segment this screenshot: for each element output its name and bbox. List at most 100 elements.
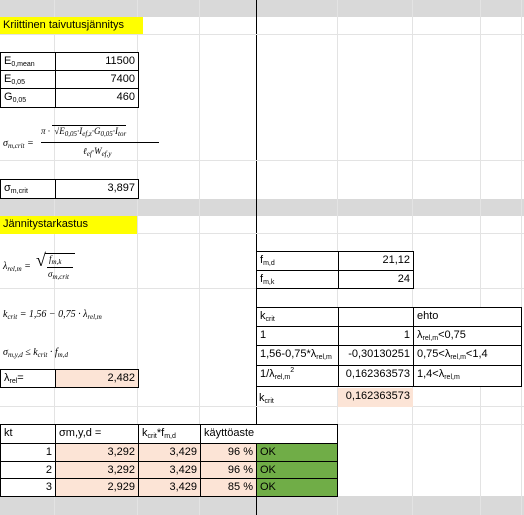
kcrit-expression: = 1,56 − 0,75 · λ: [19, 309, 88, 320]
subscript: 0,05: [12, 97, 27, 104]
check-header-utilization[interactable]: käyttöaste: [200, 424, 338, 444]
fmk-label[interactable]: fm,k: [256, 270, 339, 289]
check-kt-1[interactable]: 1: [0, 443, 56, 462]
subscript: m,crit: [10, 188, 28, 195]
check-status-1[interactable]: OK: [256, 443, 338, 462]
material-label-e005[interactable]: E0,05: [0, 70, 56, 89]
check-ratio-1[interactable]: 96 %: [200, 443, 257, 462]
check-sigma-2[interactable]: 3,292: [55, 461, 139, 479]
cond-tail: <1,4: [465, 348, 488, 360]
material-label-e0mean[interactable]: E0,mean: [0, 52, 56, 71]
pi-symbol: π: [41, 126, 46, 136]
subscript: ef,z: [82, 130, 92, 138]
row-band-middle: [0, 199, 524, 216]
row-band-bottom: [0, 496, 524, 515]
check-kf-2[interactable]: 3,429: [138, 461, 201, 479]
subscript: rel,m: [87, 313, 102, 321]
kcrit-result-label[interactable]: kcrit: [256, 390, 277, 407]
kcrit-title[interactable]: kcrit: [256, 307, 339, 327]
subscript: rel,m: [7, 265, 22, 273]
check-header-kcrit-fmd[interactable]: kcrit*fm,d: [138, 424, 201, 444]
subscript: m,k: [263, 279, 275, 286]
subscript: crit: [264, 398, 274, 405]
subscript: 0,05: [64, 130, 77, 138]
kcrit-expr-3[interactable]: 1/λrel,m2: [256, 365, 339, 387]
dot-f: · f: [49, 347, 58, 358]
check-header-kt[interactable]: kt: [0, 424, 56, 444]
subscript: crit: [37, 351, 48, 359]
subscript: m,y,d: [7, 351, 23, 359]
col-grid: [480, 0, 481, 515]
check-status-2[interactable]: OK: [256, 461, 338, 479]
kcrit-result-value[interactable]: 0,162363573: [338, 388, 413, 407]
subscript: tor: [118, 130, 127, 138]
fmd-value[interactable]: 21,12: [338, 251, 414, 271]
subscript: 0,05: [100, 130, 113, 138]
kcrit-value-1[interactable]: 1: [338, 326, 414, 346]
subscript: rel,m: [422, 335, 439, 342]
material-value-e0mean[interactable]: 11500: [55, 52, 139, 71]
equals-sign: =: [26, 138, 34, 149]
kcrit-formula: kcrit = 1,56 − 0,75 · λrel,m: [3, 309, 102, 321]
kcrit-cond-1[interactable]: λrel,m<0,75: [413, 326, 522, 346]
check-kf-3[interactable]: 3,429: [138, 478, 201, 497]
subscript: 0,mean: [11, 61, 35, 68]
fraction-bar: [47, 267, 73, 268]
subscript: crit: [265, 316, 275, 323]
check-kf-1[interactable]: 3,429: [138, 443, 201, 462]
subscript: rel,m: [316, 354, 332, 361]
kcrit-title-blank[interactable]: [338, 307, 414, 327]
kcrit-value-3[interactable]: 0,162363573: [338, 365, 414, 387]
equals-sign: =: [24, 261, 31, 272]
material-label-g005[interactable]: G0,05: [0, 88, 56, 108]
kcrit-cond-3[interactable]: 1,4<λrel,m: [413, 365, 522, 387]
subscript: crit: [147, 433, 157, 440]
lambda-rel-label[interactable]: λrel=: [0, 369, 56, 388]
subscript: ef: [86, 150, 92, 158]
lambda-formula: λrel,m = √ fm,k σm,crit: [3, 250, 83, 286]
material-value-g005[interactable]: 460: [55, 88, 139, 108]
subscript: rel,m: [444, 374, 460, 381]
check-status-3[interactable]: OK: [256, 478, 338, 497]
check-ratio-3[interactable]: 85 %: [200, 478, 257, 497]
check-header-sigma[interactable]: σm,y,d =: [55, 424, 139, 444]
subscript: m,k: [51, 258, 62, 266]
row-band-top: [0, 0, 524, 17]
subscript: m,crit: [52, 273, 69, 281]
section-header-critical-stress[interactable]: Kriittinen taivutusjännitys: [0, 17, 143, 34]
subscript: m,crit: [7, 142, 25, 150]
expr: 1,56-0,75*λ: [260, 348, 317, 360]
expr: 1/λ: [260, 368, 275, 380]
check-sigma-3[interactable]: 2,929: [55, 478, 139, 497]
check-ratio-2[interactable]: 96 %: [200, 461, 257, 479]
subscript: m,d: [57, 351, 68, 359]
lambda-rel-value[interactable]: 2,482: [55, 369, 139, 388]
stress-condition-formula: σm,y,d ≤ kcrit · fm,d: [3, 347, 68, 359]
subscript: m,d: [263, 260, 275, 267]
col-grid: [521, 0, 522, 515]
subscript: rel,m: [274, 374, 291, 381]
fmk-value[interactable]: 24: [338, 270, 414, 289]
subscript: 0,05: [11, 79, 25, 86]
kcrit-expr-2[interactable]: 1,56-0,75*λrel,m: [256, 345, 339, 366]
symbol: σ: [4, 182, 11, 194]
check-kt-2[interactable]: 2: [0, 461, 56, 479]
section-header-stress-check[interactable]: Jännitystarkastus: [0, 216, 137, 234]
sigma-crit-value[interactable]: 3,897: [55, 179, 139, 199]
subscript: m,d: [164, 433, 176, 440]
kcrit-value-2[interactable]: -0,30130251: [338, 345, 414, 366]
symbol: G: [4, 91, 13, 103]
check-sigma-1[interactable]: 3,292: [55, 443, 139, 462]
cond-pre: 0,75<λ: [417, 348, 451, 360]
cond-tail: <0,75: [438, 329, 466, 341]
fmd-label[interactable]: fm,d: [256, 251, 339, 271]
sigma-crit-label[interactable]: σm,crit: [0, 179, 56, 199]
w-symbol: W: [94, 146, 102, 156]
dot: ·: [47, 126, 51, 136]
ehto-header[interactable]: ehto: [413, 307, 522, 327]
check-kt-3[interactable]: 3: [0, 478, 56, 497]
kcrit-expr-1[interactable]: 1: [256, 326, 339, 346]
material-value-e005[interactable]: 7400: [55, 70, 139, 89]
kcrit-cond-2[interactable]: 0,75<λrel,m<1,4: [413, 345, 522, 366]
fraction-bar: [41, 142, 159, 143]
